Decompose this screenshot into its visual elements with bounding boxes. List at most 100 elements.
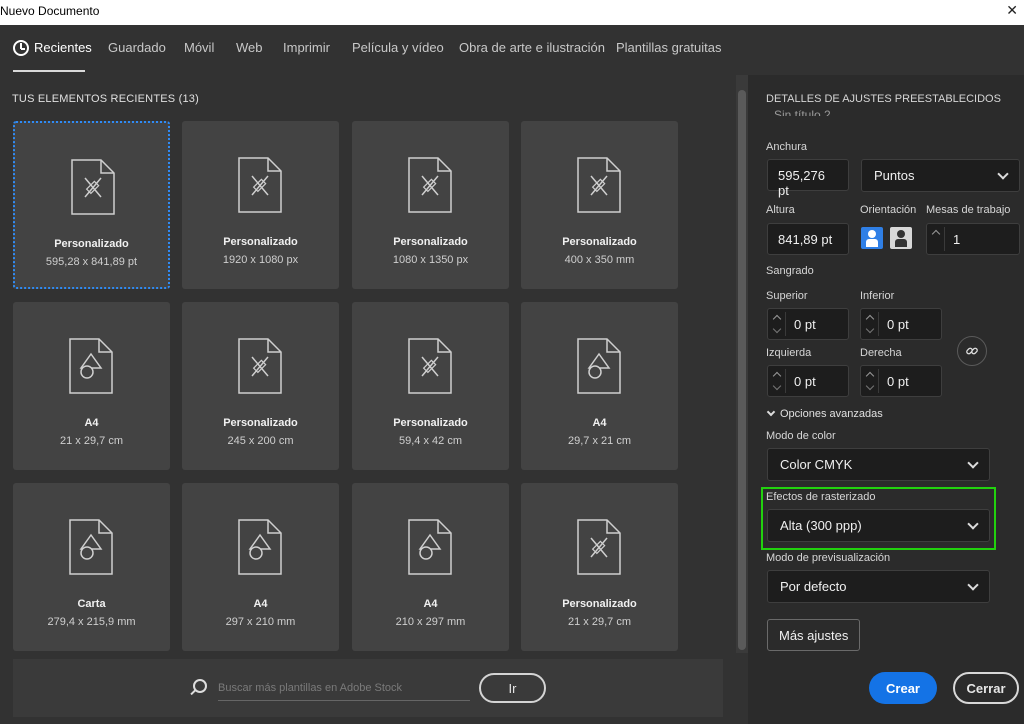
raster-effects-highlight [761,487,996,550]
bleed-bottom-value: 0 pt [887,317,909,332]
bleed-label: Sangrado [766,265,814,277]
bleed-bottom-stepper[interactable] [863,312,879,336]
recent-item-name: Personalizado [54,238,129,250]
recent-item-size: 29,7 x 21 cm [568,435,631,447]
tab-imprimir[interactable]: Imprimir [283,40,330,55]
details-header: DETALLES DE AJUSTES PREESTABLECIDOS [766,93,1001,105]
bleed-left-label: Izquierda [766,347,812,359]
bleed-left-stepper[interactable] [770,369,786,393]
recent-item-card[interactable]: A4 21 x 29,7 cm [13,302,170,470]
recent-item-name: A4 [423,598,438,610]
bleed-right-field[interactable]: 0 pt [860,365,942,397]
recent-item-size: 1920 x 1080 px [222,254,299,266]
chevron-down-icon [967,457,979,469]
recent-item-name: Personalizado [223,417,298,429]
recent-item-card[interactable]: Carta 279,4 x 215,9 mm [13,483,170,651]
recent-item-name: Personalizado [393,417,468,429]
recent-count: (13) [178,93,199,105]
custom-doc-icon [577,519,621,575]
scrollbar-thumb[interactable] [738,90,746,650]
recent-item-size: 595,28 x 841,89 pt [45,256,138,268]
template-search-bar: Ir [13,659,723,717]
landscape-orientation-button[interactable] [890,227,912,249]
artboards-stepper[interactable] [929,227,945,251]
tab-obra-arte[interactable]: Obra de arte e ilustración [459,40,605,55]
bleed-left-field[interactable]: 0 pt [767,365,849,397]
recent-item-card[interactable]: Personalizado 400 x 350 mm [521,121,678,289]
tab-web[interactable]: Web [236,40,263,55]
color-mode-label: Modo de color [766,430,836,442]
link-bleed-button[interactable] [957,336,987,366]
bleed-top-value: 0 pt [794,317,816,332]
bleed-right-value: 0 pt [887,374,909,389]
template-search-input[interactable] [218,675,470,701]
preview-mode-label: Modo de previsualización [766,552,891,564]
create-button[interactable]: Crear [869,672,937,704]
recent-item-card[interactable]: Personalizado 1920 x 1080 px [182,121,339,289]
recent-item-size: 21 x 29,7 cm [60,435,123,447]
custom-doc-icon [71,159,115,215]
section-title-text: TUS ELEMENTOS RECIENTES [12,93,176,105]
preset-doc-icon [238,519,282,575]
recent-item-card[interactable]: A4 210 x 297 mm [352,483,509,651]
tab-bar: Recientes Guardado Móvil Web Imprimir Pe… [0,25,1024,75]
recent-item-card[interactable]: Personalizado 21 x 29,7 cm [521,483,678,651]
bleed-right-label: Derecha [860,347,902,359]
clock-icon [13,40,29,56]
more-settings-button[interactable]: Más ajustes [767,619,861,651]
recent-item-card[interactable]: Personalizado 1080 x 1350 px [352,121,509,289]
artboards-value: 1 [953,232,961,247]
preset-doc-icon [69,519,113,575]
vertical-scrollbar[interactable] [736,75,748,653]
recent-item-card[interactable]: Personalizado 595,28 x 841,89 pt [13,121,170,289]
bleed-right-stepper[interactable] [863,369,879,393]
bleed-left-value: 0 pt [794,374,816,389]
recent-item-card[interactable]: A4 297 x 210 mm [182,483,339,651]
artboards-field[interactable]: 1 [926,223,1020,255]
recent-item-size: 210 x 297 mm [395,616,466,628]
bleed-top-stepper[interactable] [770,312,786,336]
chevron-up-icon [772,371,782,381]
recent-item-name: Personalizado [393,236,468,248]
portrait-icon [868,230,876,238]
go-button[interactable]: Ir [479,673,546,703]
custom-doc-icon [408,157,452,213]
custom-doc-icon [238,338,282,394]
orientation-label: Orientación [860,204,917,216]
preview-mode-value: Por defecto [780,579,847,594]
advanced-options-toggle[interactable]: Opciones avanzadas [766,407,883,420]
chevron-up-icon [865,371,875,381]
recent-item-name: A4 [84,417,99,429]
title-bar: Nuevo Documento ✕ [0,0,1024,25]
tab-guardado[interactable]: Guardado [108,40,166,55]
units-select[interactable]: Puntos [861,159,1020,192]
tab-movil[interactable]: Móvil [184,40,214,55]
recent-item-card[interactable]: Personalizado 245 x 200 cm [182,302,339,470]
artboards-label: Mesas de trabajo [926,204,1011,216]
preview-mode-select[interactable]: Por defecto [767,570,990,603]
window-title: Nuevo Documento [0,4,100,18]
tab-plantillas-gratuitas[interactable]: Plantillas gratuitas [616,40,722,55]
color-mode-select[interactable]: Color CMYK [767,448,990,481]
document-name[interactable]: Sin título 2 [774,108,831,116]
recent-item-card[interactable]: A4 29,7 x 21 cm [521,302,678,470]
portrait-orientation-button[interactable] [861,227,883,249]
close-button[interactable]: Cerrar [953,672,1019,704]
recent-item-card[interactable]: Personalizado 59,4 x 42 cm [352,302,509,470]
custom-doc-icon [238,157,282,213]
tab-recientes[interactable]: Recientes [34,40,92,55]
section-title: TUS ELEMENTOS RECIENTES (13) [12,93,199,105]
chevron-down-icon [997,168,1009,180]
bleed-bottom-field[interactable]: 0 pt [860,308,942,340]
tab-pelicula-video[interactable]: Película y vídeo [352,40,444,55]
preset-doc-icon [69,338,113,394]
landscape-icon [897,230,905,238]
bleed-top-field[interactable]: 0 pt [767,308,849,340]
height-field[interactable]: 841,89 pt [767,223,849,255]
width-label: Anchura [766,141,807,153]
recent-item-name: Personalizado [562,236,637,248]
window-close-icon[interactable]: ✕ [1006,2,1018,19]
recent-item-size: 297 x 210 mm [225,616,296,628]
preset-doc-icon [408,519,452,575]
width-field[interactable]: 595,276 pt [767,159,849,198]
